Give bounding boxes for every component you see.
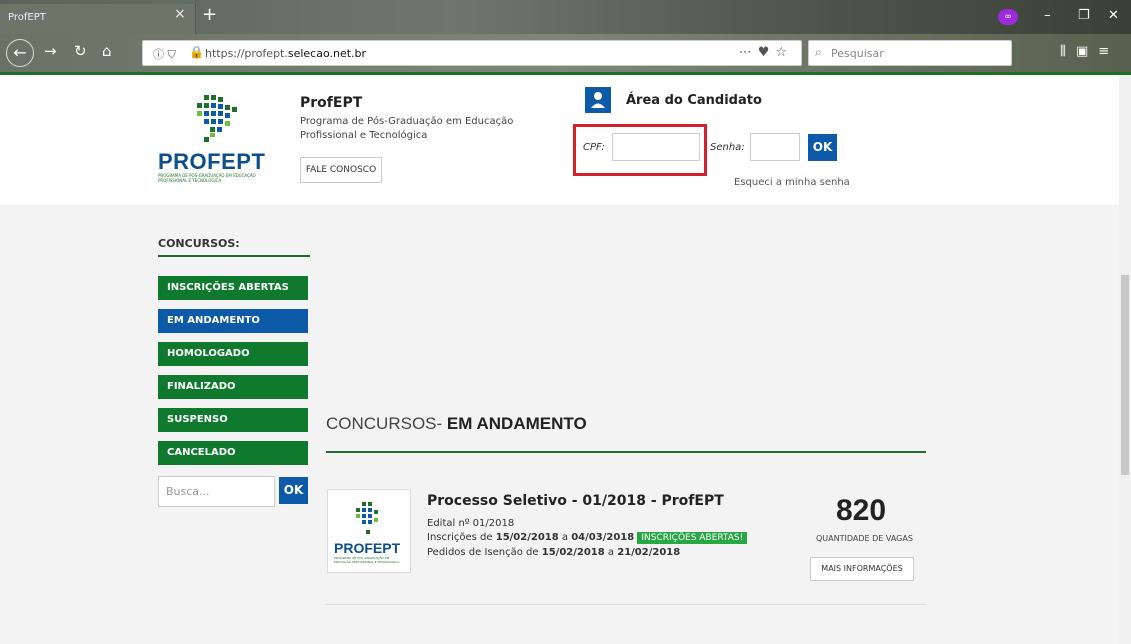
more-info-button[interactable]: MAIS INFORMAÇÕES	[810, 557, 914, 581]
profept-logo[interactable]: PROFEPT PROGRAMA DE PÓS-GRADUAÇÃO EM EDU…	[158, 93, 268, 183]
site-title: ProfEPT	[300, 95, 363, 111]
search-icon: ⌕	[815, 45, 822, 59]
browser-tab[interactable]: ProfEPT	[0, 4, 196, 34]
site-subtitle: Programa de Pós-Graduação em Educação Pr…	[300, 116, 514, 141]
vacancies-label: QUANTIDADE DE VAGAS	[816, 534, 913, 543]
candidate-area-title: Área do Candidato	[626, 93, 762, 108]
page-title: CONCURSOS- EM ANDAMENTO	[326, 414, 587, 433]
url-text: https://profept.selecao.net.br	[205, 47, 367, 60]
edital-number: Edital nº 01/2018	[427, 518, 515, 529]
sidebar-item-cancelado[interactable]: CANCELADO	[158, 441, 308, 465]
card-divider	[326, 604, 926, 605]
forward-icon[interactable]: →	[44, 42, 57, 60]
site-header: PROFEPT PROGRAMA DE PÓS-GRADUAÇÃO EM EDU…	[0, 75, 1131, 205]
concurso-thumbnail[interactable]: PROFEPT PROGRAMA DE PÓS-GRADUAÇÃO EM EDU…	[327, 489, 411, 573]
sidebar-item-em-andamento[interactable]: EM ANDAMENTO	[158, 309, 308, 333]
cpf-input[interactable]	[612, 133, 700, 161]
heading-rule	[326, 451, 926, 453]
sidebar-item-homologado[interactable]: HOMOLOGADO	[158, 342, 308, 366]
browser-search-input[interactable]: ⌕ Pesquisar	[808, 40, 1012, 66]
address-bar[interactable]: ⓘ ⛉ 🔒 https://profept.selecao.net.br ⋯♥☆	[142, 40, 802, 66]
page-scrollbar[interactable]	[1119, 75, 1131, 644]
thumb-logo-sub: PROGRAMA DE PÓS-GRADUAÇÃO EM EDUCAÇÃO PR…	[334, 556, 400, 564]
window-close-icon[interactable]: ✕	[1108, 8, 1119, 23]
search-ok-button[interactable]: OK	[279, 477, 308, 504]
password-label: Senha:	[710, 142, 745, 153]
isencao-dates: Pedidos de Isenção de 15/02/2018 a 21/02…	[427, 547, 681, 558]
new-tab-icon[interactable]: +	[202, 4, 217, 25]
tab-title: ProfEPT	[8, 12, 46, 23]
toolbar-library-sidebar-menu-icons[interactable]: ⫼▣≡	[1060, 44, 1119, 59]
sidebar-item-finalizado[interactable]: FINALIZADO	[158, 375, 308, 399]
reload-icon[interactable]: ↻	[74, 42, 87, 60]
inscricoes-dates: Inscrições de 15/02/2018 a 04/03/2018 IN…	[427, 532, 748, 544]
sidebar-item-suspenso[interactable]: SUSPENSO	[158, 408, 308, 432]
minimize-icon[interactable]: –	[1044, 8, 1051, 23]
maximize-icon[interactable]: ❐	[1078, 8, 1090, 23]
concurso-title[interactable]: Processo Seletivo - 01/2018 - ProfEPT	[427, 493, 724, 509]
lock-icon: 🔒	[189, 45, 204, 59]
back-icon[interactable]: ←	[6, 39, 34, 67]
vacancies-count: 820	[836, 494, 887, 527]
password-input[interactable]	[750, 133, 800, 161]
browser-nav-bar: ← → ↻ ⌂ ⓘ ⛉ 🔒 https://profept.selecao.ne…	[0, 34, 1131, 72]
sidebar-title: CONCURSOS:	[158, 237, 240, 250]
private-mask-icon[interactable]: ∞	[998, 9, 1018, 25]
sidebar-rule	[158, 255, 310, 257]
forgot-password-link[interactable]: Esqueci a minha senha	[734, 177, 850, 188]
login-ok-button[interactable]: OK	[808, 134, 837, 161]
page-actions-icons[interactable]: ⋯♥☆	[739, 45, 793, 60]
thumb-logo-text: PROFEPT	[334, 540, 401, 556]
sidebar-item-inscricoes-abertas[interactable]: INSCRIÇÕES ABERTAS	[158, 276, 308, 300]
status-badge: INSCRIÇÕES ABERTAS!	[637, 532, 748, 544]
search-placeholder: Busca...	[166, 485, 210, 498]
cpf-label: CPF:	[583, 142, 605, 153]
scroll-thumb[interactable]	[1121, 275, 1129, 475]
user-icon	[585, 87, 611, 113]
tab-close-icon[interactable]: ×	[174, 6, 186, 22]
brazil-map-icon	[197, 95, 237, 142]
contact-button[interactable]: FALE CONOSCO	[300, 157, 382, 183]
info-shield-icon[interactable]: ⓘ ⛉	[153, 46, 176, 62]
browser-tab-bar: ProfEPT × + ∞ – ❐ ✕	[0, 0, 1131, 34]
home-icon[interactable]: ⌂	[102, 42, 112, 60]
